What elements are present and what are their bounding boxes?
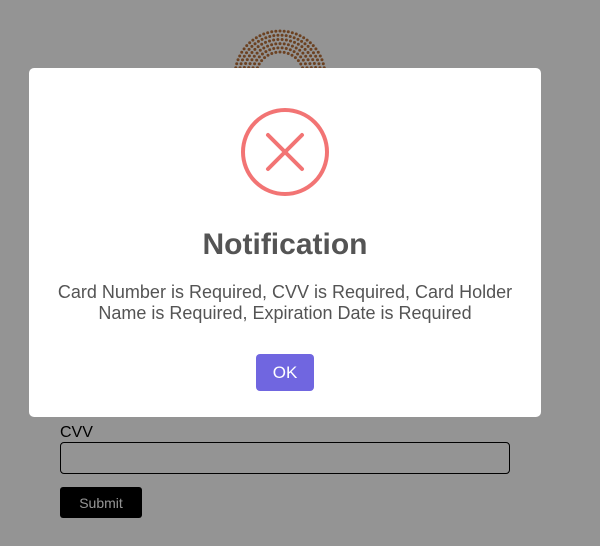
dialog-message: Card Number is Required, CVV is Required… bbox=[57, 282, 513, 323]
ok-button[interactable]: OK bbox=[256, 354, 314, 391]
error-x-icon bbox=[241, 108, 329, 196]
notification-dialog: Notification Card Number is Required, CV… bbox=[29, 68, 541, 417]
dialog-title: Notification bbox=[202, 228, 368, 261]
